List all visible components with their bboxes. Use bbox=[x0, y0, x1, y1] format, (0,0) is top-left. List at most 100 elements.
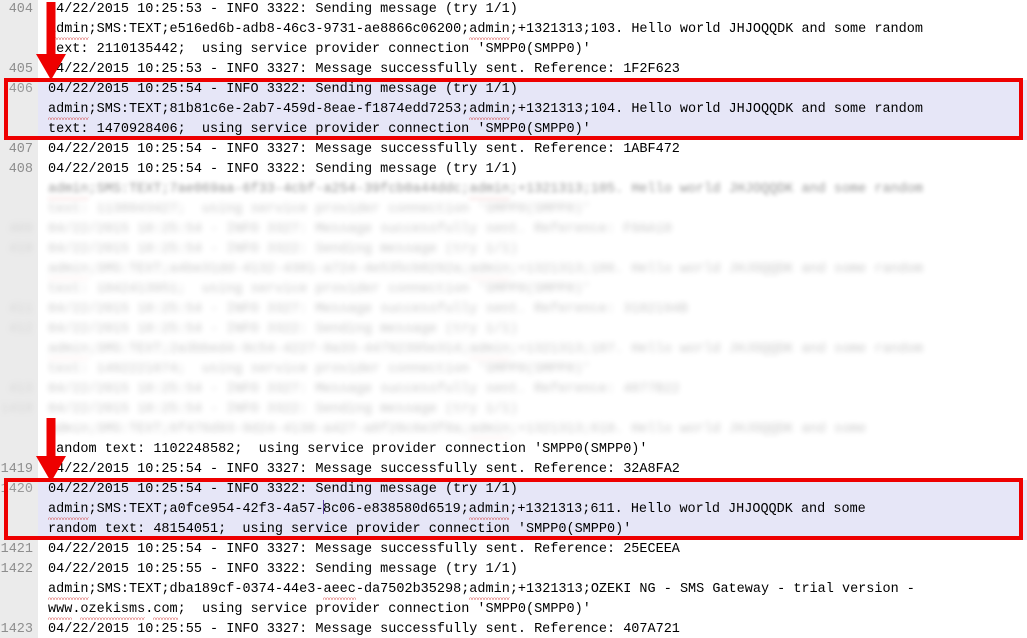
log-line[interactable]: 412 04/22/2015 10:25:54 - INFO 3322: Send… bbox=[0, 320, 1027, 340]
log-line[interactable]: 413 04/22/2015 10:25:54 - INFO 3327: Mess… bbox=[0, 380, 1027, 400]
spellcheck-underline: admin bbox=[469, 20, 510, 40]
log-line-text: admin;SMS:TEXT;e516ed6b-adb8-46c3-9731-a… bbox=[48, 20, 923, 40]
spellcheck-underline: admin bbox=[469, 340, 510, 360]
log-line-text: admin;SMS:TEXT;dba189cf-0374-44e3-aeec-d… bbox=[48, 580, 915, 600]
log-line[interactable]: admin;SMS:TEXT;2a3bbed4-9c54-4227-9a33-4… bbox=[0, 340, 1027, 360]
log-line-text: 04/22/2015 10:25:54 - INFO 3327: Message… bbox=[48, 222, 672, 237]
line-number: 413 bbox=[8, 382, 33, 397]
spellcheck-underline: admin bbox=[48, 100, 89, 120]
spellcheck-underline: admin bbox=[48, 500, 89, 520]
spellcheck-underline: admin bbox=[469, 420, 510, 440]
line-number: 405 bbox=[8, 62, 33, 77]
line-number: 1421 bbox=[0, 542, 33, 557]
log-line[interactable]: admin;SMS:TEXT;e516ed6b-adb8-46c3-9731-a… bbox=[0, 20, 1027, 40]
log-line[interactable]: text: 1130943427; using service provider… bbox=[0, 200, 1027, 220]
line-number: 412 bbox=[8, 322, 33, 337]
log-line[interactable]: 1419 04/22/2015 10:25:54 - INFO 3327: Mes… bbox=[0, 460, 1027, 480]
log-line[interactable]: admin;SMS:TEXT;dba189cf-0374-44e3-aeec-d… bbox=[0, 580, 1027, 600]
log-line-text: text: 2110135442; using service provider… bbox=[48, 42, 591, 57]
line-number: 1422 bbox=[0, 562, 33, 577]
line-number: 406 bbox=[8, 82, 33, 97]
log-line[interactable]: 404 04/22/2015 10:25:53 - INFO 3322: Send… bbox=[0, 0, 1027, 20]
log-line-text: text: 1042413951; using service provider… bbox=[48, 282, 591, 297]
log-line[interactable]: admin;SMS:TEXT;81b81c6e-2ab7-459d-8eae-f… bbox=[0, 100, 1027, 120]
spellcheck-underline: admin bbox=[469, 100, 510, 120]
log-line-text: admin;SMS:TEXT;6f476d93-9d24-4138-a427-a… bbox=[48, 420, 866, 440]
log-line[interactable]: admin;SMS:TEXT;a4be31dd-4132-4381-a724-4… bbox=[0, 260, 1027, 280]
log-line[interactable]: www.ozekisms.com; using service provider… bbox=[0, 600, 1027, 620]
log-line[interactable]: admin;SMS:TEXT;6f476d93-9d24-4138-a427-a… bbox=[0, 420, 1027, 440]
log-line-text: text: 1130943427; using service provider… bbox=[48, 202, 591, 217]
spellcheck-underline: aeec bbox=[323, 580, 356, 600]
spellcheck-underline: admin bbox=[469, 180, 510, 200]
line-number: 411 bbox=[8, 302, 33, 317]
log-line-text: 04/22/2015 10:25:53 - INFO 3327: Message… bbox=[48, 62, 680, 77]
log-line-text: 04/22/2015 10:25:54 - INFO 3322: Sending… bbox=[48, 162, 518, 177]
log-line[interactable]: 1420 04/22/2015 10:25:54 - INFO 3322: Sen… bbox=[0, 480, 1027, 500]
log-line-text: 04/22/2015 10:25:54 - INFO 3327: Message… bbox=[48, 382, 680, 397]
spellcheck-underline: admin bbox=[48, 180, 89, 200]
spellcheck-underline: admin bbox=[468, 500, 510, 520]
log-line[interactable]: 1421 04/22/2015 10:25:54 - INFO 3327: Mes… bbox=[0, 540, 1027, 560]
line-number: 410 bbox=[8, 242, 33, 257]
log-line[interactable]: 411 04/22/2015 10:25:54 - INFO 3327: Mess… bbox=[0, 300, 1027, 320]
log-line[interactable]: text: 1492221674; using service provider… bbox=[0, 360, 1027, 380]
line-number: 409 bbox=[8, 222, 33, 237]
log-line-text: 04/22/2015 10:25:54 - INFO 3322: Sending… bbox=[48, 322, 518, 337]
log-line[interactable]: text: 2110135442; using service provider… bbox=[0, 40, 1027, 60]
log-line[interactable]: admin;SMS:TEXT;a0fce954-42f3-4a57-8c06-e… bbox=[0, 500, 1027, 520]
log-line-text: admin;SMS:TEXT;7ae069aa-6f33-4cbf-a254-3… bbox=[48, 180, 923, 200]
log-line-text: admin;SMS:TEXT;a4be31dd-4132-4381-a724-4… bbox=[48, 260, 923, 280]
spellcheck-underline: admin bbox=[469, 580, 510, 600]
spellcheck-underline: admin bbox=[48, 580, 89, 600]
log-line-text: 04/22/2015 10:25:54 - INFO 3327: Message… bbox=[48, 142, 680, 157]
log-line[interactable]: 407 04/22/2015 10:25:54 - INFO 3327: Mess… bbox=[0, 140, 1027, 160]
log-line-text: 04/22/2015 10:25:55 - INFO 3327: Message… bbox=[48, 622, 680, 637]
log-line-text: admin;SMS:TEXT;2a3bbed4-9c54-4227-9a33-4… bbox=[48, 340, 923, 360]
log-line[interactable]: text: 1042413951; using service provider… bbox=[0, 280, 1027, 300]
log-line[interactable]: random text: 48154051; using service pro… bbox=[0, 520, 1027, 540]
log-line[interactable]: 409 04/22/2015 10:25:54 - INFO 3327: Mess… bbox=[0, 220, 1027, 240]
line-number: 1419 bbox=[0, 462, 33, 477]
log-viewer[interactable]: 404 04/22/2015 10:25:53 - INFO 3322: Send… bbox=[0, 0, 1027, 638]
faded-text-fragment: adm bbox=[48, 422, 73, 437]
log-line-text: random text: 1102248582; using service p… bbox=[48, 442, 648, 457]
log-line-text: 04/22/2015 10:25:55 - INFO 3322: Sending… bbox=[48, 562, 518, 577]
log-line[interactable]: 406 04/22/2015 10:25:54 - INFO 3322: Send… bbox=[0, 80, 1027, 100]
spellcheck-underline: www bbox=[48, 600, 73, 620]
log-line-text: 04/22/2015 10:25:54 - INFO 3327: Message… bbox=[48, 542, 680, 557]
log-line-text: admin;SMS:TEXT;81b81c6e-2ab7-459d-8eae-f… bbox=[48, 100, 923, 120]
log-line[interactable]: text: 1470928406; using service provider… bbox=[0, 120, 1027, 140]
line-number: 1420 bbox=[0, 482, 33, 497]
log-line-text: 04/22/2015 10:25:54 - INFO 3322: Sending… bbox=[48, 242, 518, 257]
spellcheck-underline: admin bbox=[48, 260, 89, 280]
log-line-text: 04/22/2015 10:25:53 - INFO 3322: Sending… bbox=[48, 2, 518, 17]
log-line[interactable]: 408 04/22/2015 10:25:54 - INFO 3322: Send… bbox=[0, 160, 1027, 180]
spellcheck-underline: admin bbox=[48, 340, 89, 360]
log-line[interactable]: 1423 04/22/2015 10:25:55 - INFO 3327: Mes… bbox=[0, 620, 1027, 638]
log-line-text: text: 1492221674; using service provider… bbox=[48, 362, 591, 377]
log-line[interactable]: 405 04/22/2015 10:25:53 - INFO 3327: Mess… bbox=[0, 60, 1027, 80]
line-number: 407 bbox=[8, 142, 33, 157]
log-line[interactable]: admin;SMS:TEXT;7ae069aa-6f33-4cbf-a254-3… bbox=[0, 180, 1027, 200]
log-line-text: 04/22/2015 10:25:54 - INFO 3327: Message… bbox=[48, 302, 689, 317]
log-line[interactable]: random text: 1102248582; using service p… bbox=[0, 440, 1027, 460]
line-number: 404 bbox=[8, 2, 33, 17]
spellcheck-underline: admin bbox=[48, 20, 89, 40]
log-line-text: admin;SMS:TEXT;a0fce954-42f3-4a57-8c06-e… bbox=[48, 500, 866, 520]
faded-text-fragment: in;SMS:TEXT;6f476d93-9d24-4138-a427-a8f2… bbox=[72, 420, 866, 440]
log-line-text: 04/22/2015 10:25:54 - INFO 3322: Sending… bbox=[48, 402, 518, 417]
log-line-text: random text: 48154051; using service pro… bbox=[48, 522, 632, 537]
log-line[interactable]: 410 04/22/2015 10:25:54 - INFO 3322: Send… bbox=[0, 240, 1027, 260]
log-line-text: 04/22/2015 10:25:54 - INFO 3327: Message… bbox=[48, 462, 680, 477]
log-line[interactable]: 1418 04/22/2015 10:25:54 - INFO 3322: Sen… bbox=[0, 400, 1027, 420]
spellcheck-underline: admin bbox=[469, 260, 510, 280]
line-number: 1418 bbox=[0, 402, 33, 417]
log-line-text: 04/22/2015 10:25:54 - INFO 3322: Sending… bbox=[48, 482, 518, 497]
log-line-text: text: 1470928406; using service provider… bbox=[48, 122, 591, 137]
line-number: 408 bbox=[8, 162, 33, 177]
spellcheck-underline: ozekisms bbox=[80, 600, 146, 620]
spellcheck-underline: com bbox=[153, 600, 178, 620]
log-line[interactable]: 1422 04/22/2015 10:25:55 - INFO 3322: Sen… bbox=[0, 560, 1027, 580]
line-number: 1423 bbox=[0, 622, 33, 637]
